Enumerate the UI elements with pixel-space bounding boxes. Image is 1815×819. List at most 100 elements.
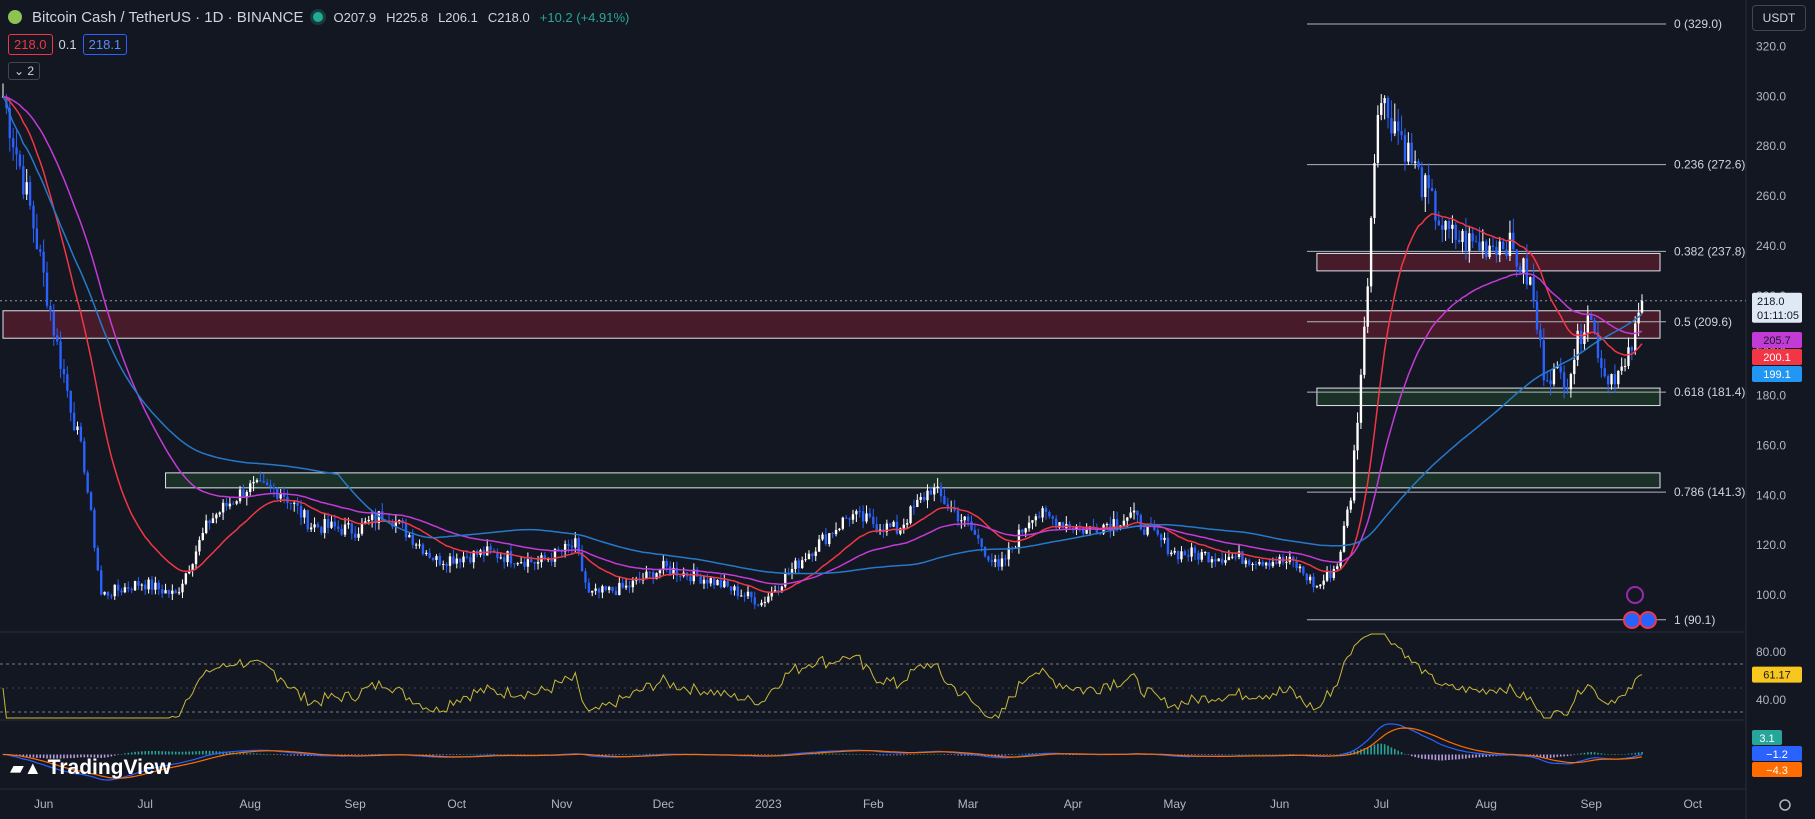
candle-body xyxy=(665,560,668,567)
candle-body xyxy=(313,524,316,528)
candle-body xyxy=(1156,530,1159,535)
macd-histogram-bar xyxy=(1451,754,1454,760)
macd-histogram-bar xyxy=(1278,754,1281,755)
candle-body xyxy=(157,582,160,590)
candle-body xyxy=(1217,558,1220,562)
macd-histogram-bar xyxy=(154,750,157,755)
macd-histogram-bar xyxy=(831,753,834,755)
macd-histogram-bar xyxy=(1200,754,1203,755)
macd-histogram-bar xyxy=(852,753,854,755)
candle-body xyxy=(1210,559,1214,563)
candle-body xyxy=(689,576,692,582)
symbol-title[interactable]: Bitcoin Cash / TetherUS · 1D · BINANCE xyxy=(32,9,303,26)
candle-body xyxy=(462,556,465,563)
macd-histogram-bar xyxy=(273,754,275,755)
macd-histogram-bar xyxy=(435,754,438,756)
macd-histogram-bar xyxy=(1576,753,1579,755)
candle-body xyxy=(160,589,164,594)
macd-histogram-bar xyxy=(855,753,858,755)
symbol-icon xyxy=(8,10,22,24)
candle-body xyxy=(1491,245,1495,248)
chart-canvas[interactable]: 0 (329.0) 0.236 (272.6) 0.382 (237.8) 0.5 (… xyxy=(0,0,1815,819)
price-axis-tick: 320.0 xyxy=(1756,39,1786,53)
candle-body xyxy=(66,374,69,391)
candle-body xyxy=(1336,566,1339,569)
macd-histogram-bar xyxy=(442,754,445,756)
candle-body xyxy=(62,368,66,375)
candle-body xyxy=(228,503,232,507)
macd-histogram-bar xyxy=(882,754,885,756)
candle-body xyxy=(89,492,93,510)
macd-histogram-bar xyxy=(469,754,472,755)
macd-histogram-bar xyxy=(1407,754,1410,755)
macd-histogram-bar xyxy=(1244,754,1247,755)
candle-body xyxy=(1393,121,1396,134)
candle-body xyxy=(980,538,983,547)
candle-body xyxy=(69,390,72,413)
candle-body xyxy=(445,563,448,566)
macd-histogram-bar xyxy=(618,754,621,755)
candle-body xyxy=(963,516,966,521)
macd-histogram-bar xyxy=(923,754,925,755)
candle-body xyxy=(594,588,597,591)
candle-body xyxy=(1187,555,1190,557)
candle-body xyxy=(249,483,252,492)
macd-histogram-bar xyxy=(896,754,898,756)
sell-button[interactable]: 218.0 xyxy=(8,34,53,55)
candle-body xyxy=(486,546,489,556)
alert-icon xyxy=(1626,586,1644,604)
macd-histogram-bar xyxy=(625,754,627,755)
candle-body xyxy=(489,546,492,551)
ohlc-open: O207.9 xyxy=(333,9,377,25)
candle-body xyxy=(1457,239,1461,242)
candle-body xyxy=(272,487,276,489)
macd-histogram-bar xyxy=(1197,754,1200,755)
candle-body xyxy=(164,590,167,594)
candle-body xyxy=(1501,241,1505,250)
macd-histogram-bar xyxy=(919,754,922,755)
macd-histogram-bar xyxy=(371,754,373,755)
candle-body xyxy=(1000,558,1004,567)
buy-button[interactable]: 218.1 xyxy=(82,34,128,55)
macd-histogram-bar xyxy=(767,754,770,755)
macd-histogram-bar xyxy=(1617,754,1620,755)
candle-body xyxy=(574,538,577,548)
candle-body xyxy=(1319,584,1322,587)
candle-body xyxy=(1227,556,1231,561)
axes: 100.0120.0140.0160.0180.0200.0220.0240.0… xyxy=(34,39,1791,811)
candle-body xyxy=(916,499,919,508)
macd-histogram-bar xyxy=(1319,754,1322,756)
macd-histogram-bar xyxy=(1471,754,1474,758)
candle-body xyxy=(1474,241,1478,243)
macd-histogram-bar xyxy=(300,754,302,756)
indicators-toggle[interactable]: ⌄ 2 xyxy=(8,62,41,80)
macd-histogram-bar xyxy=(1465,754,1467,759)
macd-histogram-bar xyxy=(1458,754,1460,760)
candle-body xyxy=(648,571,651,573)
candle-body xyxy=(513,563,516,565)
candle-body xyxy=(1041,508,1044,518)
candle-body xyxy=(831,533,834,535)
candle-body xyxy=(259,480,262,482)
time-axis-tick: 2023 xyxy=(755,797,782,811)
candle-body xyxy=(1617,370,1620,385)
currency-selector[interactable]: USDT xyxy=(1752,5,1806,31)
macd-histogram-bar xyxy=(1441,754,1444,761)
candle-body xyxy=(1163,537,1166,541)
macd-histogram-bar xyxy=(185,751,187,755)
candle-body xyxy=(872,516,875,525)
macd-histogram-bar xyxy=(1268,754,1271,755)
fib-level-label: 0.236 (272.6) xyxy=(1674,158,1745,172)
macd-histogram-bar xyxy=(1563,754,1565,757)
macd-histogram-bar xyxy=(188,751,191,755)
macd-histogram-bar xyxy=(1316,754,1318,756)
candle-body xyxy=(1105,524,1109,526)
macd-histogram-bar xyxy=(1404,753,1406,755)
candle-body xyxy=(340,528,343,535)
macd-histogram-bar xyxy=(1383,744,1386,755)
macd-histogram-bar xyxy=(1207,754,1210,755)
macd-histogram-bar xyxy=(936,753,939,755)
macd-histogram-bar xyxy=(1261,754,1264,755)
macd-histogram-bar xyxy=(906,754,908,756)
candle-body xyxy=(780,586,784,591)
